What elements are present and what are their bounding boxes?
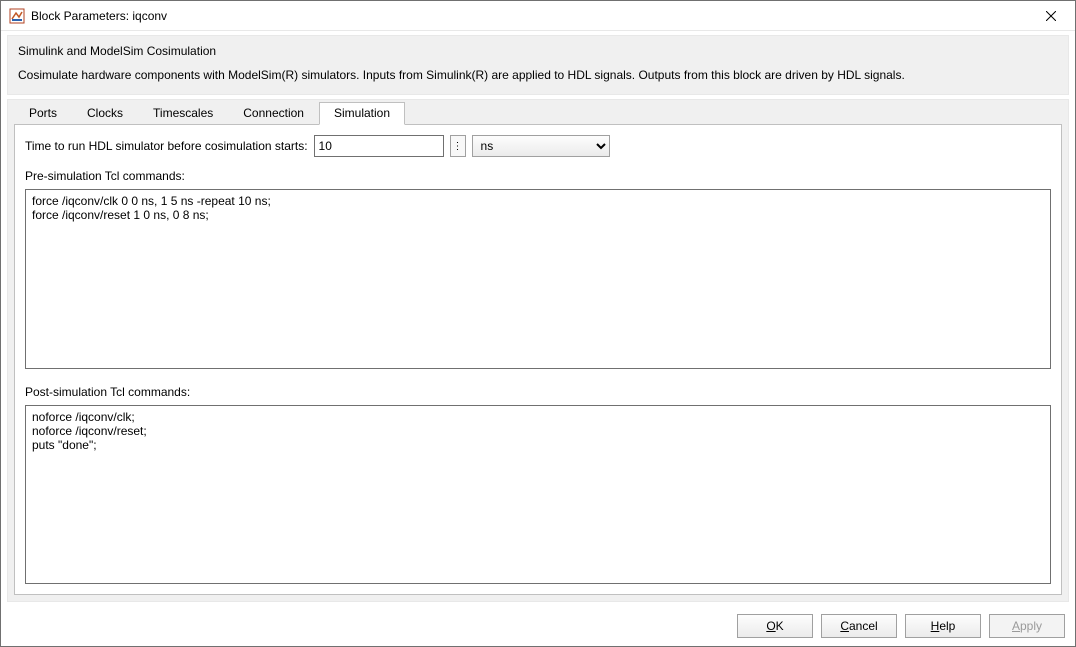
tab-connection[interactable]: Connection	[228, 102, 319, 125]
tabstrip: Ports Clocks Timescales Connection Simul…	[14, 102, 1062, 124]
time-row: Time to run HDL simulator before cosimul…	[25, 135, 1051, 157]
time-variable-button[interactable]: ⋮	[450, 135, 466, 157]
tab-ports[interactable]: Ports	[14, 102, 72, 125]
dialog-window: Block Parameters: iqconv Simulink and Mo…	[0, 0, 1076, 647]
post-commands-textarea[interactable]	[25, 405, 1051, 585]
post-label: Post-simulation Tcl commands:	[25, 385, 1051, 399]
cancel-button[interactable]: Cancel	[821, 614, 897, 638]
titlebar: Block Parameters: iqconv	[1, 1, 1075, 31]
tabpage-simulation: Time to run HDL simulator before cosimul…	[14, 124, 1062, 595]
apply-button[interactable]: Apply	[989, 614, 1065, 638]
spacer	[25, 369, 1051, 383]
content-panel: Ports Clocks Timescales Connection Simul…	[7, 99, 1069, 602]
close-button[interactable]	[1028, 1, 1073, 30]
tab-clocks[interactable]: Clocks	[72, 102, 138, 125]
time-unit-select[interactable]: fspsnsusmss	[472, 135, 610, 157]
tab-simulation[interactable]: Simulation	[319, 102, 405, 125]
kebab-icon: ⋮	[453, 141, 463, 152]
time-input[interactable]	[314, 135, 444, 157]
post-group: Post-simulation Tcl commands:	[25, 383, 1051, 585]
time-label: Time to run HDL simulator before cosimul…	[25, 139, 308, 153]
pre-label: Pre-simulation Tcl commands:	[25, 169, 1051, 183]
window-title: Block Parameters: iqconv	[31, 9, 1028, 23]
description-panel: Simulink and ModelSim Cosimulation Cosim…	[7, 35, 1069, 95]
footer: OK Cancel Help Apply	[1, 606, 1075, 646]
tab-timescales[interactable]: Timescales	[138, 102, 228, 125]
pre-group: Pre-simulation Tcl commands:	[25, 167, 1051, 369]
ok-button[interactable]: OK	[737, 614, 813, 638]
help-button[interactable]: Help	[905, 614, 981, 638]
description-title: Simulink and ModelSim Cosimulation	[18, 44, 1058, 58]
description-body: Cosimulate hardware components with Mode…	[18, 68, 1058, 82]
close-icon	[1046, 11, 1056, 21]
pre-commands-textarea[interactable]	[25, 189, 1051, 369]
simulink-icon	[9, 8, 25, 24]
